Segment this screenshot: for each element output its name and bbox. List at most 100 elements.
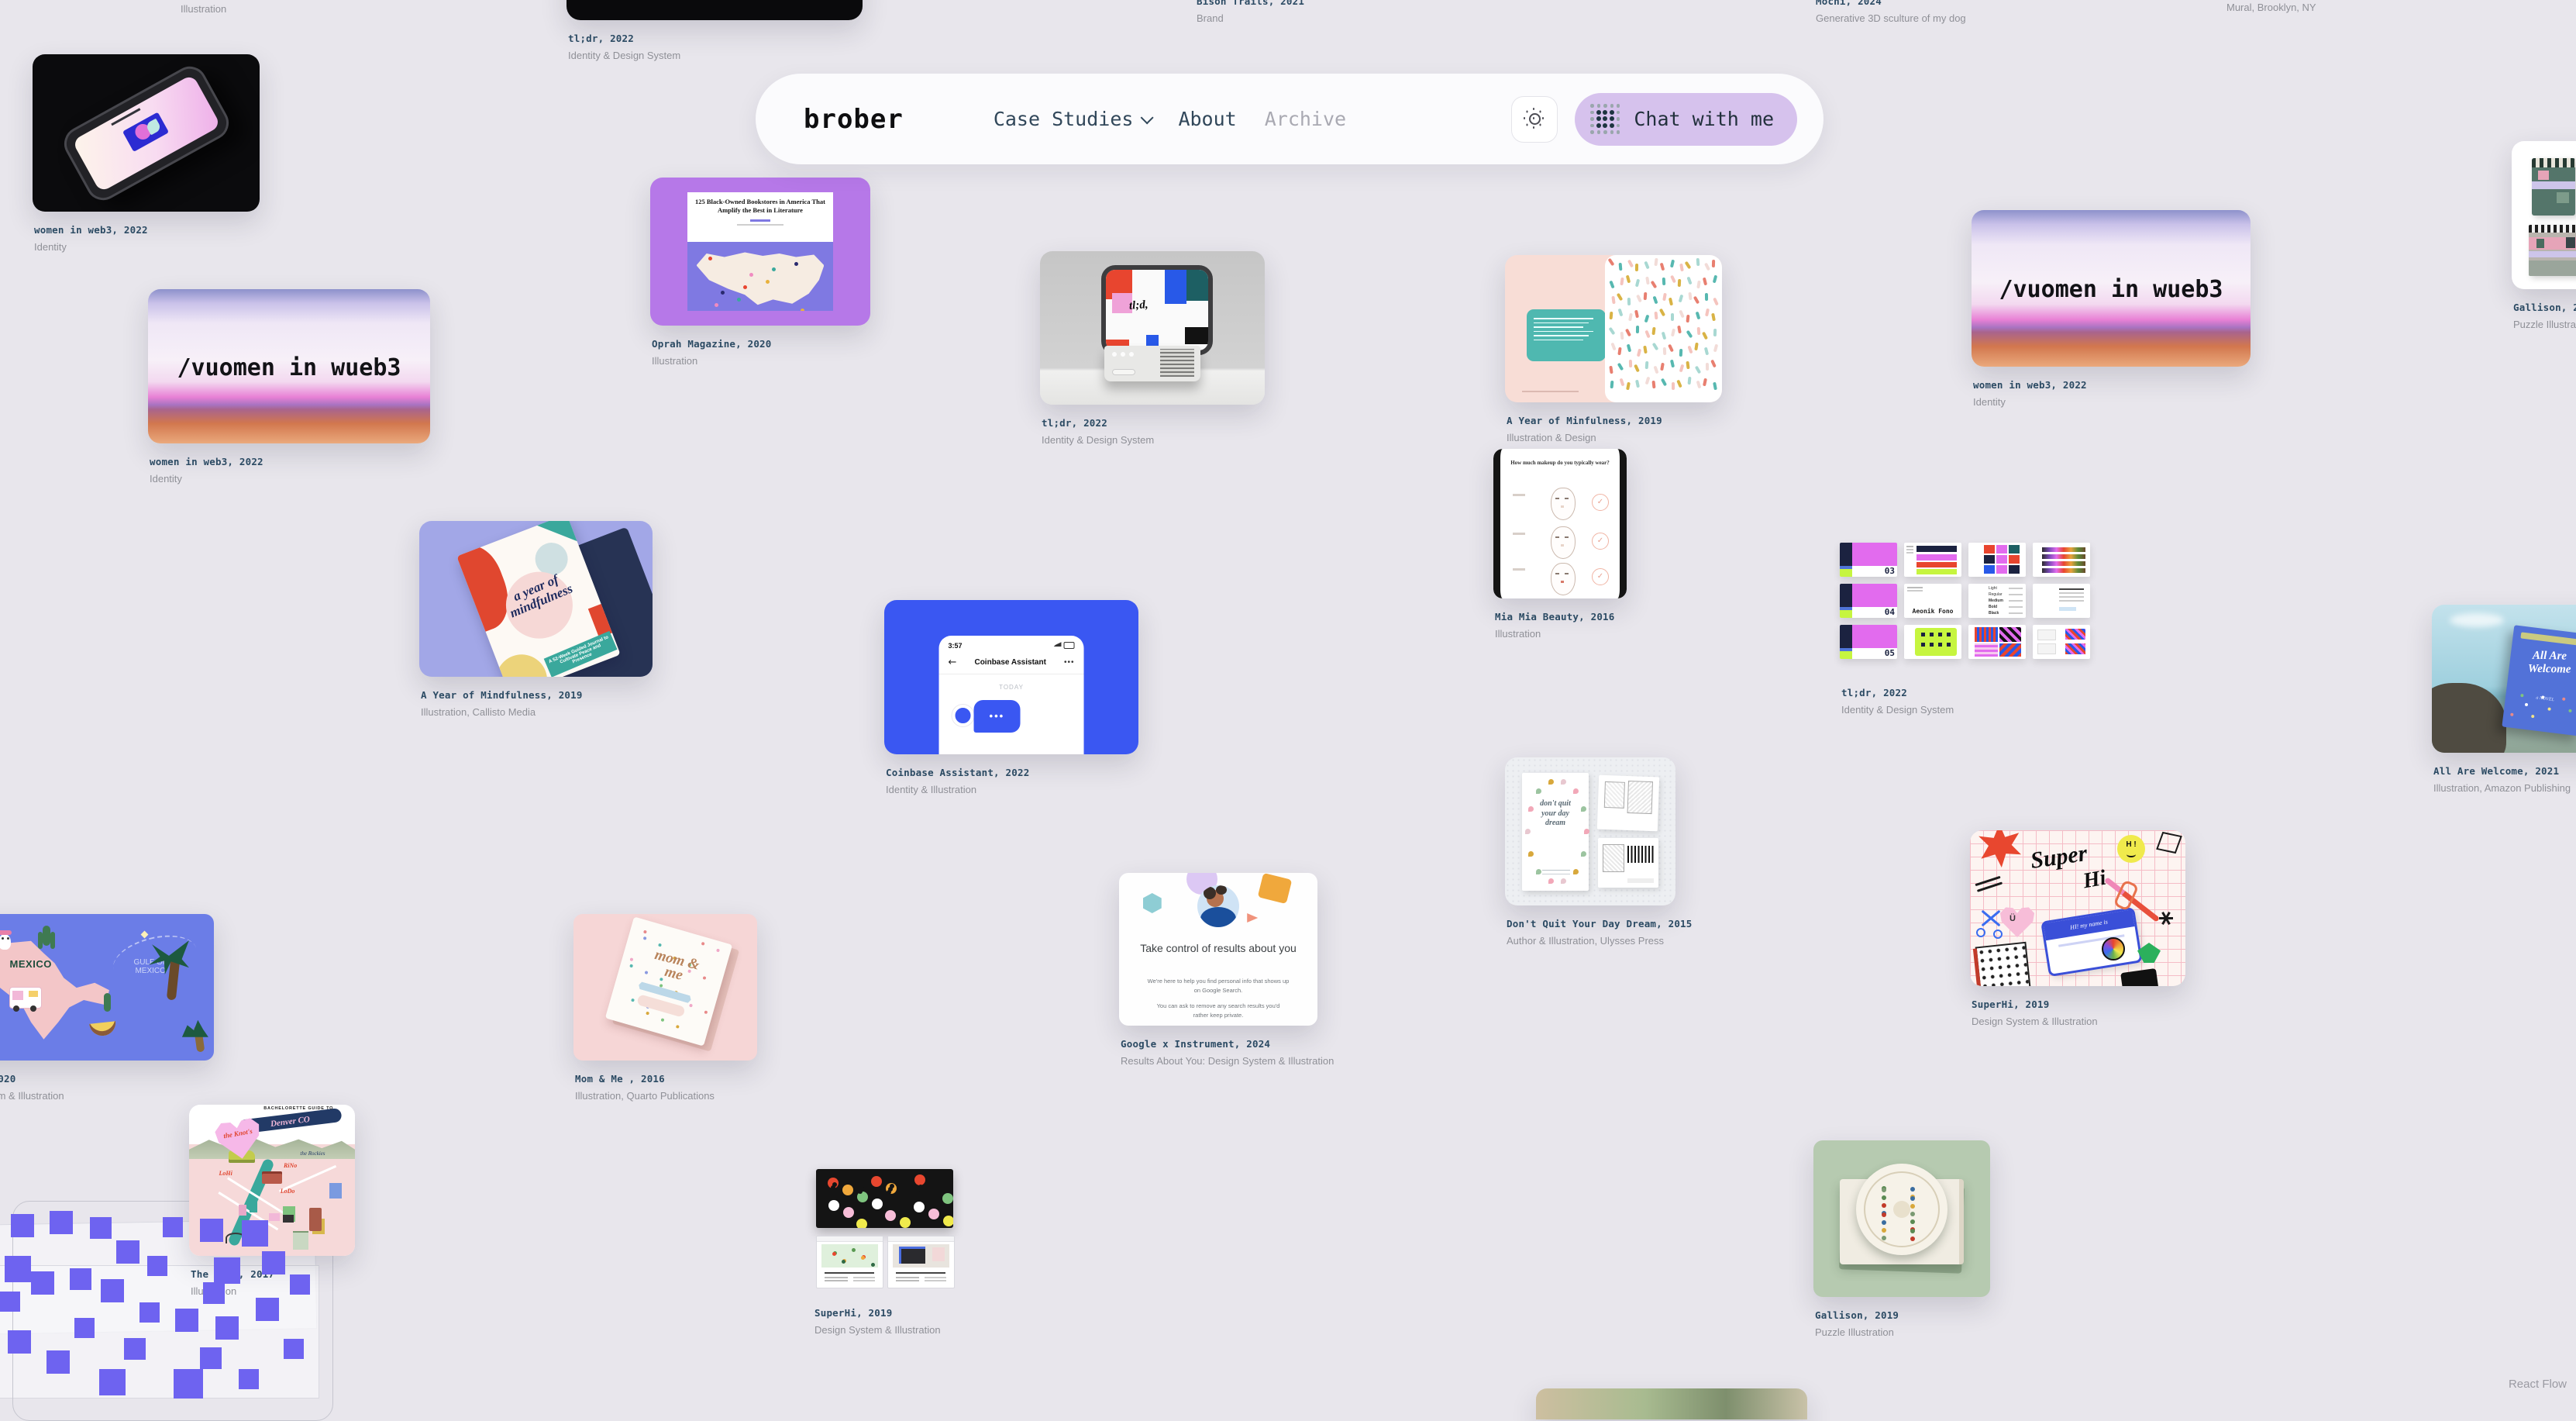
project-title[interactable]: Coinbase Assistant, 2022 xyxy=(886,767,1029,778)
project-card-superhi-doodles[interactable]: Super Hi H ! Ü HI! my name is xyxy=(1970,830,2185,986)
project-card-bottom-card-sliver[interactable] xyxy=(1536,1388,1807,1419)
project-card-tldr-top[interactable] xyxy=(567,0,863,20)
theme-toggle-button[interactable] xyxy=(1511,96,1558,143)
project-card-gallison-plate[interactable] xyxy=(1813,1140,1990,1297)
mural-square[interactable] xyxy=(50,1211,73,1234)
project-title[interactable]: A Year of Mindfulness, 2019 xyxy=(421,689,583,701)
top-navigation: brober Case Studies About Archive Chat w… xyxy=(756,74,1824,164)
project-title[interactable]: tl;dr, 2022 xyxy=(1841,687,1954,698)
mural-square[interactable] xyxy=(256,1298,279,1321)
project-title[interactable]: Bison Trails, 2021 xyxy=(1197,0,1304,7)
mural-square[interactable] xyxy=(5,1256,31,1282)
chat-with-me-button[interactable]: Chat with me xyxy=(1575,93,1797,146)
project-card-women-in-web3-phone[interactable] xyxy=(33,54,260,212)
project-card-google-x-instrument[interactable]: Take control of results about you We're … xyxy=(1119,873,1317,1026)
project-card-all-are-welcome[interactable]: All Are Welcome a NOVEL xyxy=(2432,605,2576,753)
mural-square[interactable] xyxy=(163,1217,183,1237)
project-card-coinbase-assistant[interactable]: 3:57 ← Coinbase Assistant ••• TODAY ••• xyxy=(884,600,1138,754)
mural-square[interactable] xyxy=(242,1220,268,1247)
project-title[interactable]: women in web3, 2022 xyxy=(1973,379,2087,391)
project-title[interactable]: tl;dr, 2022 xyxy=(1042,417,1154,429)
project-label-coinbase-assistant: Coinbase Assistant, 2022 Identity & Illu… xyxy=(886,767,1029,795)
project-subtitle: Illustration & Design xyxy=(1507,432,1662,443)
project-title[interactable]: All Are Welcome, 2021 xyxy=(2433,765,2571,777)
project-title[interactable]: Mia Mia Beauty, 2016 xyxy=(1495,611,1615,623)
mural-square[interactable] xyxy=(70,1268,91,1290)
project-label-oprah-magazine: Oprah Magazine, 2020 Illustration xyxy=(652,338,772,367)
project-card-oprah-magazine[interactable]: 125 Black-Owned Bookstores in America Th… xyxy=(650,178,870,326)
project-subtitle: Identity xyxy=(1973,396,2087,408)
superhi-site-shots xyxy=(813,1164,956,1295)
project-card-gallison-box[interactable] xyxy=(2512,141,2576,289)
mural-square[interactable] xyxy=(116,1240,139,1264)
mural-square[interactable] xyxy=(46,1350,70,1374)
nav-about[interactable]: About xyxy=(1178,108,1236,130)
project-card-mom-and-me[interactable]: mom & me xyxy=(573,914,757,1061)
brand-guidelines-grid: 03 04 Aeonik FonoLight Regular Medium Bo… xyxy=(1840,543,2090,674)
project-title[interactable]: SuperHi, 2019 xyxy=(814,1307,941,1319)
project-card-dont-quit-your-day-dream[interactable]: don't quit your day dream xyxy=(1505,757,1675,905)
mural-square[interactable] xyxy=(284,1339,304,1359)
project-card-women-in-web3-gradient-right[interactable]: /vuomen in wueb3 xyxy=(1972,210,2251,367)
react-flow-attribution[interactable]: React Flow xyxy=(2509,1378,2567,1391)
project-subtitle: Puzzle Illustration xyxy=(2513,319,2576,330)
project-card-a-year-of-mindfulness-book[interactable]: a year of mindfulness A 52-Week Guided J… xyxy=(419,521,653,677)
mural-square[interactable] xyxy=(90,1217,112,1239)
mural-square[interactable] xyxy=(200,1347,222,1369)
mural-square[interactable] xyxy=(147,1256,167,1276)
mural-square[interactable] xyxy=(99,1369,126,1395)
project-card-mia-mia-beauty[interactable]: How much makeup do you typically wear? ✓… xyxy=(1493,449,1627,598)
mural-square[interactable] xyxy=(174,1369,203,1399)
mural-square[interactable] xyxy=(101,1279,124,1302)
project-title[interactable]: Oprah Magazine, 2020 xyxy=(652,338,772,350)
site-logo[interactable]: brober xyxy=(804,104,904,135)
project-subtitle: Illustration xyxy=(1495,628,1615,640)
project-title[interactable]: tl;dr, 2022 xyxy=(568,33,680,44)
project-title[interactable]: Mochi, 2024 xyxy=(1816,0,1966,7)
mural-square[interactable] xyxy=(11,1214,34,1237)
mural-square[interactable] xyxy=(290,1274,310,1295)
project-subtitle: Identity xyxy=(34,241,148,253)
project-label-a-year-of-mindfulness-book: A Year of Mindfulness, 2019 Illustration… xyxy=(421,689,583,718)
project-subtitle: Identity xyxy=(150,473,263,485)
mural-square[interactable] xyxy=(214,1257,240,1284)
project-card-walmart-mexico[interactable]: PACIFIC OCEAN GULF OF MEXICO MEXICO xyxy=(0,914,214,1061)
mural-square[interactable] xyxy=(239,1369,259,1389)
mural-square[interactable] xyxy=(175,1309,198,1332)
project-title[interactable]: SuperHi, 2019 xyxy=(1972,998,2098,1010)
mural-square[interactable] xyxy=(200,1219,223,1242)
mural-square[interactable] xyxy=(124,1338,146,1360)
nav-archive[interactable]: Archive xyxy=(1265,108,1346,130)
project-subtitle: Identity & Design System xyxy=(1042,434,1154,446)
mural-square[interactable] xyxy=(74,1318,95,1338)
mural-square[interactable] xyxy=(0,1292,20,1312)
project-title[interactable]: Walmart, 2020 xyxy=(0,1073,64,1085)
project-card-tldr-slides[interactable]: 03 04 Aeonik FonoLight Regular Medium Bo… xyxy=(1840,543,2090,674)
nav-case-studies[interactable]: Case Studies xyxy=(994,108,1151,130)
mural-square[interactable] xyxy=(215,1316,239,1340)
project-title[interactable]: Gallison, 2019 xyxy=(1815,1309,1899,1321)
project-title[interactable]: Mom & Me , 2016 xyxy=(575,1073,715,1085)
project-title[interactable]: A Year of Minfulness, 2019 xyxy=(1507,415,1662,426)
superhi-doodle-collage: Super Hi H ! Ü HI! my name is xyxy=(1970,830,2185,986)
project-card-superhi-site[interactable] xyxy=(813,1164,956,1295)
project-title[interactable]: Google x Instrument, 2024 xyxy=(1121,1038,1334,1050)
project-title[interactable]: Don't Quit Your Day Dream, 2015 xyxy=(1507,918,1693,930)
oprah-article: 125 Black-Owned Bookstores in America Th… xyxy=(687,192,832,311)
project-title[interactable]: Gallison, 2019 xyxy=(2513,302,2576,313)
project-canvas[interactable]: tl;dr, 2022 Identity & Design System wom… xyxy=(0,0,2576,1395)
mural-square[interactable] xyxy=(139,1302,160,1323)
project-subtitle: Results About You: Design System & Illus… xyxy=(1121,1055,1334,1067)
web3-wordmark: /vuomen in wueb3 xyxy=(148,354,430,381)
project-title[interactable]: women in web3, 2022 xyxy=(34,224,148,236)
project-label-superhi-site: SuperHi, 2019 Design System & Illustrati… xyxy=(814,1307,941,1336)
project-card-a-year-of-minfulness[interactable] xyxy=(1505,255,1722,402)
project-card-women-in-web3-gradient-left[interactable]: /vuomen in wueb3 xyxy=(148,289,430,443)
mural-square[interactable] xyxy=(262,1251,285,1274)
mural-square[interactable] xyxy=(203,1282,225,1304)
mural-square[interactable] xyxy=(8,1330,31,1354)
mural-square[interactable] xyxy=(31,1271,54,1295)
project-card-tldr-tv[interactable]: tl;d, xyxy=(1040,251,1265,405)
project-subtitle: Author & Illustration, Ulysses Press xyxy=(1507,935,1693,947)
project-title[interactable]: women in web3, 2022 xyxy=(150,456,263,467)
